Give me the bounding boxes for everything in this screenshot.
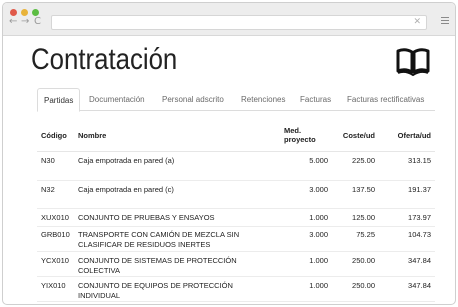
cell-codigo: XUX010 xyxy=(41,212,69,222)
tab-facturas-rectificativas[interactable]: Facturas rectificativas xyxy=(347,88,424,111)
cell-nombre: CONJUNTO DE PRUEBAS Y ENSAYOS xyxy=(78,212,215,222)
table-row[interactable]: YIX010 CONJUNTO DE EQUIPOS DE PROTECCIÓN… xyxy=(37,276,435,301)
cell-nombre: CONJUNTO DE EQUIPOS DE PROTECCIÓN INDIVI… xyxy=(78,280,233,300)
address-bar[interactable]: ✕ xyxy=(51,15,427,30)
column-header-medicion-line1: Med. xyxy=(284,126,302,136)
page-title: Contratación xyxy=(31,43,178,76)
cell-codigo: GRB010 xyxy=(41,229,70,239)
reload-icon[interactable]: C xyxy=(34,17,41,27)
cell-medicion: 5.000 xyxy=(309,155,328,165)
cell-coste: 250.00 xyxy=(352,255,375,265)
column-header-oferta[interactable]: Oferta/ud xyxy=(379,120,435,151)
minimize-window-button[interactable] xyxy=(21,9,28,16)
cell-nombre: CONJUNTO DE SISTEMAS DE PROTECCIÓN COLEC… xyxy=(78,255,237,275)
tab-retenciones[interactable]: Retenciones xyxy=(241,88,285,111)
column-header-coste[interactable]: Coste/ud xyxy=(332,120,379,151)
cell-nombre: Caja empotrada en pared (c) xyxy=(78,184,174,194)
cell-codigo: N30 xyxy=(41,155,55,165)
back-arrow-icon[interactable]: ← xyxy=(9,17,17,27)
tab-facturas[interactable]: Facturas xyxy=(300,88,331,111)
cell-oferta: 173.97 xyxy=(408,212,431,222)
tab-partidas[interactable]: Partidas xyxy=(37,88,81,112)
table-row[interactable]: N30 Caja empotrada en pared (a) 5.000 22… xyxy=(37,151,435,180)
table-row[interactable]: YCX010 CONJUNTO DE SISTEMAS DE PROTECCIÓ… xyxy=(37,251,435,276)
hamburger-menu-icon[interactable] xyxy=(441,17,449,26)
column-header-medicion-line2: proyecto xyxy=(284,135,316,145)
cell-nombre: TRANSPORTE CON CAMIÓN DE MEZCLA SIN CLAS… xyxy=(78,229,240,249)
cell-coste: 137.50 xyxy=(352,184,375,194)
cell-medicion: 3.000 xyxy=(309,229,328,239)
forward-arrow-icon[interactable]: → xyxy=(21,17,29,27)
close-window-button[interactable] xyxy=(10,9,17,16)
partidas-table: Código Nombre Med. proyecto Coste/ud Ofe… xyxy=(37,120,435,302)
cell-coste: 125.00 xyxy=(352,212,375,222)
cell-oferta: 347.84 xyxy=(408,280,431,290)
cell-oferta: 104.73 xyxy=(408,229,431,239)
tab-bar: Partidas Documentación Personal adscrito… xyxy=(37,88,435,112)
table-row[interactable]: GRB010 TRANSPORTE CON CAMIÓN DE MEZCLA S… xyxy=(37,226,435,251)
tab-personal-adscrito[interactable]: Personal adscrito xyxy=(162,88,224,111)
cell-coste: 75.25 xyxy=(356,229,375,239)
cell-codigo: YIX010 xyxy=(41,280,66,290)
browser-toolbar: ← → C ✕ xyxy=(3,3,455,36)
cell-medicion: 3.000 xyxy=(309,184,328,194)
maximize-window-button[interactable] xyxy=(32,9,39,16)
cell-codigo: N32 xyxy=(41,184,55,194)
cell-oferta: 347.84 xyxy=(408,255,431,265)
cell-medicion: 1.000 xyxy=(309,212,328,222)
column-header-codigo[interactable]: Código xyxy=(37,120,74,151)
cell-oferta: 191.37 xyxy=(408,184,431,194)
column-header-nombre[interactable]: Nombre xyxy=(74,120,280,151)
cell-coste: 225.00 xyxy=(352,155,375,165)
table-row[interactable]: XUX010 CONJUNTO DE PRUEBAS Y ENSAYOS 1.0… xyxy=(37,208,435,226)
cell-coste: 250.00 xyxy=(352,280,375,290)
close-icon[interactable]: ✕ xyxy=(413,17,421,27)
cell-codigo: YCX010 xyxy=(41,255,69,265)
table-row[interactable]: N32 Caja empotrada en pared (c) 3.000 13… xyxy=(37,180,435,208)
cell-oferta: 313.15 xyxy=(408,155,431,165)
cell-nombre: Caja empotrada en pared (a) xyxy=(78,155,175,165)
cell-medicion: 1.000 xyxy=(309,280,328,290)
column-header-medicion[interactable]: Med. proyecto xyxy=(280,120,332,151)
book-icon[interactable] xyxy=(396,47,430,77)
tab-documentacion[interactable]: Documentación xyxy=(89,88,145,111)
table-header-row: Código Nombre Med. proyecto Coste/ud Ofe… xyxy=(37,120,435,151)
cell-medicion: 1.000 xyxy=(309,255,328,265)
